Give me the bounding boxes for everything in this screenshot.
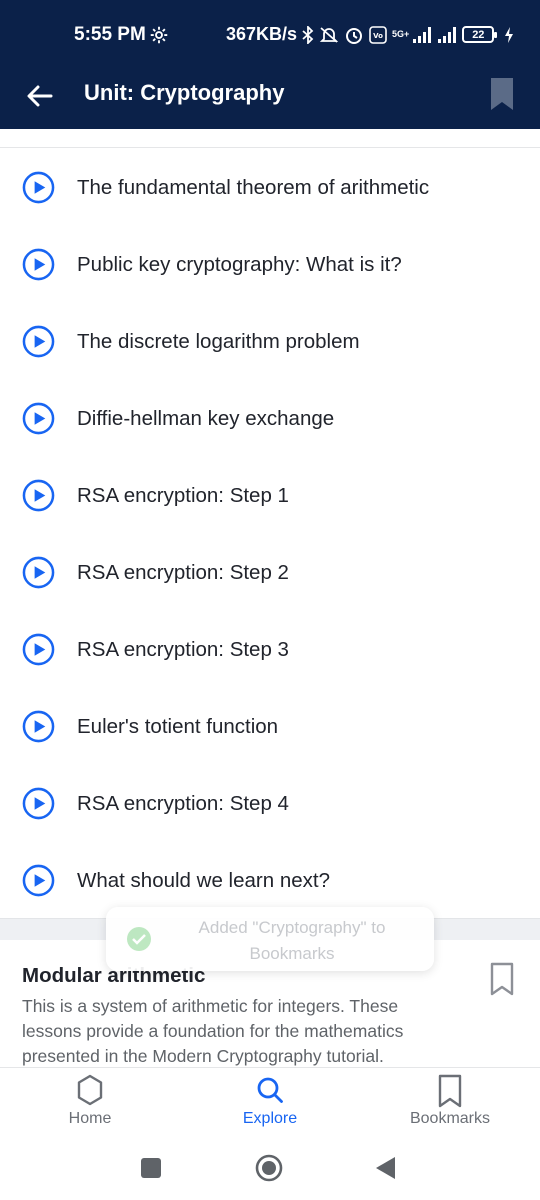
- play-circle-icon: [22, 556, 55, 589]
- toast-message: Added "Cryptography" to Bookmarks: [198, 918, 386, 963]
- bottom-nav: Home Explore Bookmarks: [0, 1067, 540, 1137]
- alarm-icon: [346, 27, 363, 44]
- network-type: 5G+: [392, 29, 410, 39]
- bookmark-outline-icon[interactable]: [490, 962, 514, 996]
- lesson-label: RSA encryption: Step 4: [77, 791, 289, 815]
- divider: [0, 147, 540, 148]
- volte-icon: Vo: [369, 25, 387, 44]
- lesson-label: Public key cryptography: What is it?: [77, 252, 402, 276]
- svg-text:Vo: Vo: [373, 32, 383, 40]
- lesson-label: The discrete logarithm problem: [77, 329, 360, 353]
- system-nav-bar: [0, 1137, 540, 1200]
- nav-bookmarks[interactable]: Bookmarks: [360, 1068, 540, 1138]
- nav-bookmarks-label: Bookmarks: [409, 1110, 491, 1127]
- check-circle-icon: [127, 927, 151, 951]
- signal-strength-icon: [413, 26, 432, 43]
- play-circle-icon: [22, 710, 55, 743]
- lesson-label: What should we learn next?: [77, 868, 330, 892]
- signal-strength-2-icon: [438, 26, 457, 43]
- play-circle-icon: [22, 633, 55, 666]
- settings-gear-icon: [150, 26, 168, 44]
- lesson-label: The fundamental theorem of arithmetic: [77, 175, 430, 199]
- lesson-label: RSA encryption: Step 2: [77, 560, 289, 584]
- nav-home-label: Home: [68, 1110, 112, 1127]
- lesson-label: RSA encryption: Step 1: [77, 483, 289, 507]
- lesson-item[interactable]: Euler's totient function: [0, 688, 540, 765]
- charging-icon: [505, 26, 514, 43]
- battery-icon: 22: [462, 26, 498, 43]
- nav-explore-label: Explore: [242, 1110, 298, 1127]
- status-indicators: 367KB/s Vo 5G+ 22: [226, 24, 515, 45]
- bookmark-toast: Added "Cryptography" to Bookmarks: [106, 907, 434, 971]
- lesson-item[interactable]: The fundamental theorem of arithmetic: [0, 149, 540, 226]
- hexagon-icon: [77, 1074, 103, 1106]
- play-circle-icon: [22, 171, 55, 204]
- nav-explore[interactable]: Explore: [180, 1068, 360, 1138]
- lesson-label: Diffie-hellman key exchange: [77, 406, 335, 430]
- play-circle-icon: [22, 864, 55, 897]
- status-time: 5:55 PM: [74, 24, 168, 46]
- unit-description: This is a system of arithmetic for integ…: [22, 996, 404, 1066]
- lesson-item[interactable]: Diffie-hellman key exchange: [0, 380, 540, 457]
- back-triangle-icon[interactable]: [374, 1156, 396, 1180]
- play-circle-icon: [22, 479, 55, 512]
- network-speed: 367KB/s: [226, 24, 298, 44]
- lesson-item[interactable]: Public key cryptography: What is it?: [0, 226, 540, 303]
- lesson-item[interactable]: RSA encryption: Step 3: [0, 611, 540, 688]
- play-circle-icon: [22, 248, 55, 281]
- nav-home[interactable]: Home: [0, 1068, 180, 1138]
- search-icon: [257, 1077, 283, 1103]
- bookmark-outline-icon: [438, 1074, 462, 1108]
- lesson-item[interactable]: RSA encryption: Step 4: [0, 765, 540, 842]
- back-button[interactable]: [20, 76, 60, 116]
- clock-text: 5:55 PM: [74, 24, 146, 45]
- status-bar: 5:55 PM 367KB/s Vo 5G+ 22: [0, 0, 540, 64]
- mute-bell-icon: [319, 26, 339, 43]
- recent-apps-square-icon[interactable]: [140, 1157, 162, 1179]
- app-bar: Unit: Cryptography: [0, 64, 540, 129]
- play-circle-icon: [22, 787, 55, 820]
- bookmark-filled-icon[interactable]: [488, 76, 516, 112]
- page-title: Unit: Cryptography: [84, 80, 285, 105]
- bluetooth-icon: [302, 25, 314, 44]
- play-circle-icon: [22, 325, 55, 358]
- home-circle-icon[interactable]: [255, 1154, 283, 1182]
- arrow-left-icon: [27, 85, 53, 107]
- battery-level: 22: [472, 28, 485, 41]
- lesson-item[interactable]: The discrete logarithm problem: [0, 303, 540, 380]
- lesson-item[interactable]: RSA encryption: Step 1: [0, 457, 540, 534]
- play-circle-icon: [22, 402, 55, 435]
- lesson-item[interactable]: RSA encryption: Step 2: [0, 534, 540, 611]
- lesson-label: Euler's totient function: [77, 714, 279, 738]
- lesson-label: RSA encryption: Step 3: [77, 637, 289, 661]
